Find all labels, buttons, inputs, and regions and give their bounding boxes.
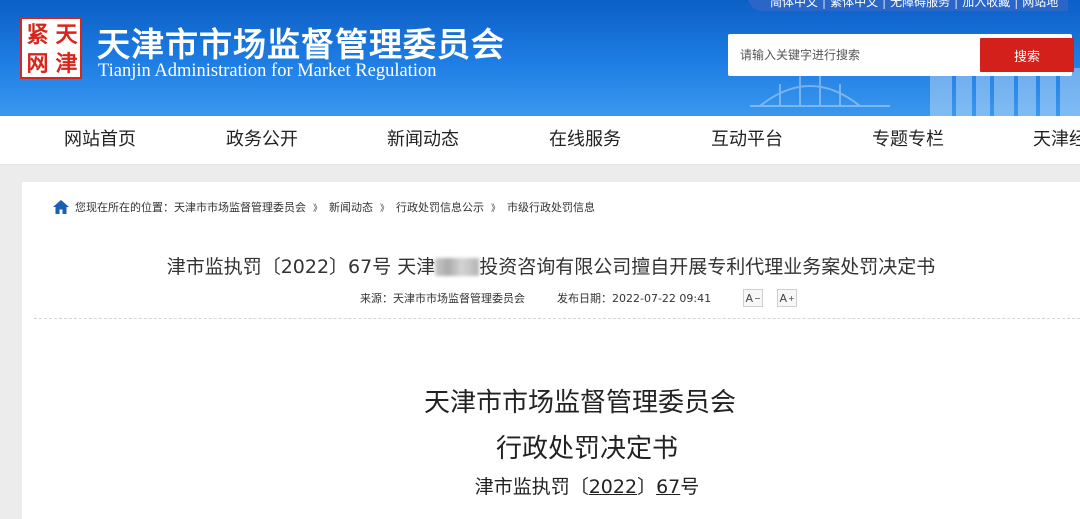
site-header: 简体中文 | 繁体中文 | 无障碍服务 | 加入收藏 | 网站地 紧 天 网 津 天津市市场监督…	[0, 0, 1080, 116]
breadcrumb-prefix: 您现在所在的位置：	[75, 201, 174, 214]
toplink-traditional[interactable]: 繁体中文	[830, 0, 878, 11]
document-number-seq: 67	[656, 476, 681, 498]
date-label: 发布日期：	[557, 292, 612, 305]
document-number-bracket: 〕	[637, 476, 657, 498]
search-input[interactable]	[728, 34, 976, 76]
font-decrease-label: A	[745, 291, 754, 305]
article-title-start: 津市监执罚〔2022〕67号 天津	[166, 256, 436, 278]
font-decrease-button[interactable]: A −	[743, 289, 764, 307]
source-label: 来源：	[360, 292, 393, 305]
breadcrumb-link-home[interactable]: 天津市市场监督管理委员会	[174, 199, 306, 215]
breadcrumb-separator: 》	[313, 203, 323, 214]
toplink-favorite[interactable]: 加入收藏	[962, 0, 1010, 11]
font-increase-button[interactable]: A +	[777, 289, 798, 307]
main-nav: 网站首页 政务公开 新闻动态 在线服务 互动平台 专题专栏 天津经	[0, 116, 1080, 165]
toplink-sitemap[interactable]: 网站地	[1022, 0, 1058, 11]
breadcrumb-link-news[interactable]: 新闻动态	[329, 199, 373, 215]
publish-date: 2022-07-22 09:41	[612, 291, 712, 305]
article-title-end: 投资咨询有限公司擅自开展专利代理业务案处罚决定书	[479, 256, 936, 278]
breadcrumb: 您现在所在的位置： 天津市市场监督管理委员会 》 新闻动态 》 行政处罚信息公示…	[52, 199, 595, 215]
top-links-bar: 简体中文 | 繁体中文 | 无障碍服务 | 加入收藏 | 网站地	[748, 0, 1069, 11]
nav-item-special-topics[interactable]: 专题专栏	[872, 116, 944, 164]
redacted-text-blur	[435, 258, 480, 276]
document-number-suffix: 号	[680, 476, 700, 498]
logo-seal-char: 津	[55, 50, 78, 77]
toplink-accessibility[interactable]: 无障碍服务	[890, 0, 950, 11]
article-panel: 您现在所在的位置： 天津市市场监督管理委员会 》 新闻动态 》 行政处罚信息公示…	[22, 182, 1080, 519]
article-meta: 来源： 天津市市场监督管理委员会 发布日期： 2022-07-22 09:41 …	[360, 288, 798, 308]
breadcrumb-separator: 》	[491, 203, 501, 214]
nav-item-government-affairs[interactable]: 政务公开	[226, 116, 298, 164]
logo-seal-char: 紧	[26, 21, 49, 48]
document-number-year: 2022	[588, 476, 638, 498]
toplink-simplified[interactable]: 简体中文	[770, 0, 818, 11]
site-title[interactable]: 天津市市场监督管理委员会	[97, 18, 505, 66]
logo-seal-char: 网	[26, 50, 49, 77]
breadcrumb-separator: 》	[380, 203, 390, 214]
search-box: 搜索	[728, 34, 1074, 76]
site-subtitle: Tianjin Administration for Market Regula…	[98, 61, 437, 81]
document-number: 津市监执罚〔2022〕67号	[0, 472, 1080, 499]
breadcrumb-link-municipal-penalty[interactable]: 市级行政处罚信息	[507, 199, 595, 215]
home-icon	[53, 200, 69, 214]
logo-seal-char: 天	[55, 21, 78, 48]
nav-item-news[interactable]: 新闻动态	[387, 116, 459, 164]
nav-item-online-services[interactable]: 在线服务	[549, 116, 621, 164]
nav-item-tianjin-economy[interactable]: 天津经	[1033, 116, 1080, 164]
divider-dashed	[34, 318, 1080, 319]
font-increase-label: A	[779, 291, 788, 305]
document-number-prefix: 津市监执罚〔	[474, 476, 589, 498]
breadcrumb-link-penalty-info[interactable]: 行政处罚信息公示	[396, 199, 484, 215]
site-logo-seal[interactable]: 紧 天 网 津	[20, 17, 82, 79]
document-issuer: 天津市市场监督管理委员会	[423, 388, 736, 418]
search-button[interactable]: 搜索	[980, 38, 1074, 72]
document-type-heading: 行政处罚决定书	[495, 434, 678, 464]
nav-item-interaction[interactable]: 互动平台	[711, 116, 783, 164]
nav-item-home[interactable]: 网站首页	[64, 116, 136, 164]
source-value: 天津市市场监督管理委员会	[393, 292, 525, 305]
article-title: 津市监执罚〔2022〕67号 天津 投资咨询有限公司擅自开展专利代理业务案处罚决定…	[22, 252, 1080, 279]
